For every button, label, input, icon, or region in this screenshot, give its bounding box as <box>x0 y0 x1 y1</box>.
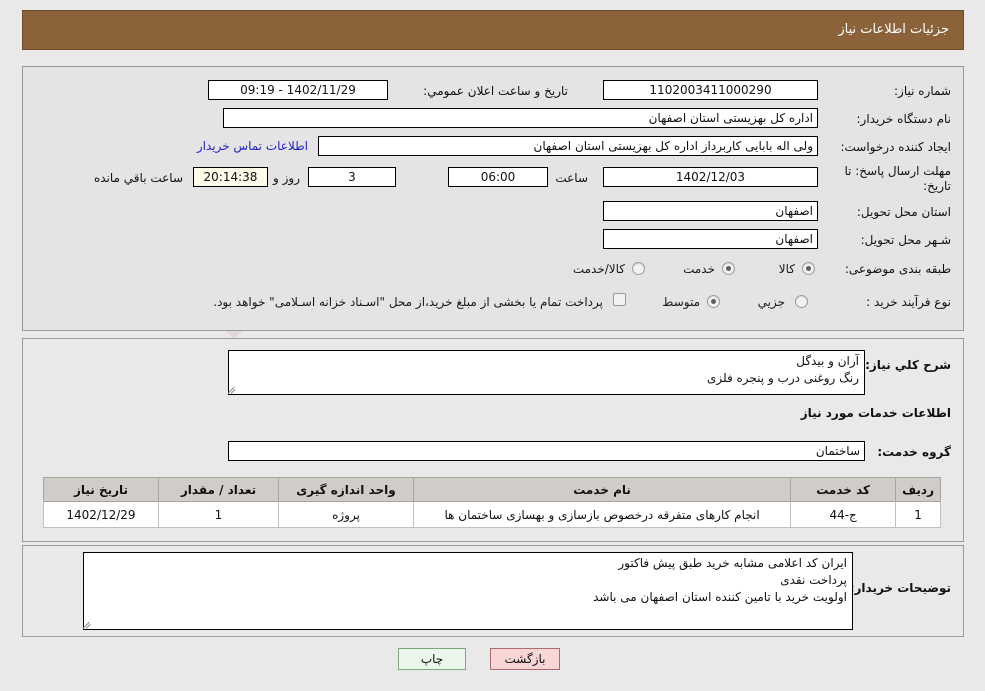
table-header-row: ردیف کد خدمت نام خدمت واحد اندازه گیری ت… <box>43 477 941 502</box>
purchase-process-label: نوع فرآیند خرید : <box>866 295 951 309</box>
cell-unit: پروژه <box>278 501 414 528</box>
purchase-option-motavaset: متوسط <box>662 295 700 309</box>
back-button[interactable]: بازگشت <box>490 648 560 670</box>
province-value[interactable]: اصفهان <box>603 201 818 221</box>
col-row: ردیف <box>895 477 941 502</box>
need-number-label: شماره نیاز: <box>894 84 951 98</box>
category-option-kala-khedmat: کالا/خدمت <box>572 262 625 276</box>
purchase-radio-motavaset[interactable] <box>707 295 720 308</box>
category-radio-kala-khedmat[interactable] <box>632 262 645 275</box>
service-group-value[interactable]: ساختمان <box>228 441 865 461</box>
deadline-date-value[interactable]: 1402/12/03 <box>603 167 818 187</box>
col-date: تاریخ نیاز <box>43 477 159 502</box>
cell-quantity: 1 <box>158 501 279 528</box>
deadline-countdown-value: 20:14:38 <box>193 167 268 187</box>
description-label: شرح کلي نیاز: <box>865 358 951 372</box>
page-root: AriaTender.net جزئیات اطلاعات نیاز شماره… <box>0 0 985 691</box>
page-title: جزئیات اطلاعات نیاز <box>838 22 949 37</box>
col-unit: واحد اندازه گیری <box>278 477 414 502</box>
cell-row: 1 <box>895 501 941 528</box>
description-textarea[interactable]: آران و بیدگل رنگ روغنی درب و پنجره فلزی <box>228 350 865 395</box>
announce-datetime-value[interactable]: 09:19 - 1402/11/29 <box>208 80 388 100</box>
request-creator-value[interactable]: ولی اله بابایی کاربرداز اداره کل بهزیستی… <box>318 136 818 156</box>
buyer-notes-panel: توضیحات خریدار: ایران کد اعلامی مشابه خر… <box>22 545 964 637</box>
buyer-notes-textarea[interactable]: ایران کد اعلامی مشابه خرید طبق پیش فاکتو… <box>83 552 853 630</box>
announce-datetime-label: تاریخ و ساعت اعلان عمومي: <box>423 84 568 98</box>
treasury-documents-note: پرداخت تمام یا بخشی از مبلغ خرید،از محل … <box>213 295 603 309</box>
buyer-notes-label: توضیحات خریدار: <box>849 581 951 595</box>
buyer-org-value[interactable]: اداره کل بهزیستی استان اصفهان <box>223 108 818 128</box>
buyer-org-label: نام دستگاه خریدار: <box>856 112 952 126</box>
col-quantity: تعداد / مقدار <box>158 477 279 502</box>
col-name: نام خدمت <box>412 477 792 502</box>
cell-code: ج-44 <box>790 501 897 528</box>
need-number-value[interactable]: 1102003411000290 <box>603 80 818 100</box>
buyer-contact-link[interactable]: اطلاعات تماس خریدار <box>197 139 308 153</box>
deadline-countdown-suffix: ساعت باقي مانده <box>93 171 183 185</box>
services-heading: اطلاعات خدمات مورد نیاز <box>800 406 951 420</box>
category-option-kala: کالا <box>778 262 795 276</box>
deadline-days-value[interactable]: 3 <box>308 167 396 187</box>
cell-need-date: 1402/12/29 <box>43 501 159 528</box>
purchase-option-jozi: جزیي <box>757 295 785 309</box>
category-radio-kala[interactable] <box>802 262 815 275</box>
city-value[interactable]: اصفهان <box>603 229 818 249</box>
col-code: کد خدمت <box>790 477 897 502</box>
purchase-radio-jozi[interactable] <box>795 295 808 308</box>
province-label: استان محل تحویل: <box>856 205 951 219</box>
deadline-time-label: ساعت <box>555 171 588 185</box>
need-info-panel: شماره نیاز: 1102003411000290 تاریخ و ساع… <box>22 66 964 331</box>
treasury-documents-checkbox[interactable] <box>613 293 626 306</box>
deadline-days-suffix: روز و <box>273 171 300 185</box>
print-button[interactable]: چاپ <box>398 648 466 670</box>
category-radio-khedmat[interactable] <box>722 262 735 275</box>
city-label: شـهر محل تحویل: <box>860 233 951 247</box>
service-group-label: گروه خدمت: <box>877 445 951 459</box>
deadline-label: مهلت ارسال پاسخ: تا تاریخ: <box>844 164 951 193</box>
table-row[interactable]: 1 ج-44 انجام کارهای متفرقه درخصوص بازساز… <box>43 501 941 528</box>
category-option-khedmat: خدمت <box>683 262 715 276</box>
category-label: طبقه بندی موضوعی: <box>844 262 951 276</box>
services-table: ردیف کد خدمت نام خدمت واحد اندازه گیری ت… <box>43 477 941 528</box>
page-header-bar: جزئیات اطلاعات نیاز <box>22 10 964 50</box>
request-creator-label: ایجاد کننده درخواست: <box>840 140 951 154</box>
services-panel: شرح کلي نیاز: آران و بیدگل رنگ روغنی درب… <box>22 338 964 542</box>
deadline-time-value[interactable]: 06:00 <box>448 167 548 187</box>
cell-name: انجام کارهای متفرقه درخصوص بازسازی و بهس… <box>412 501 792 528</box>
